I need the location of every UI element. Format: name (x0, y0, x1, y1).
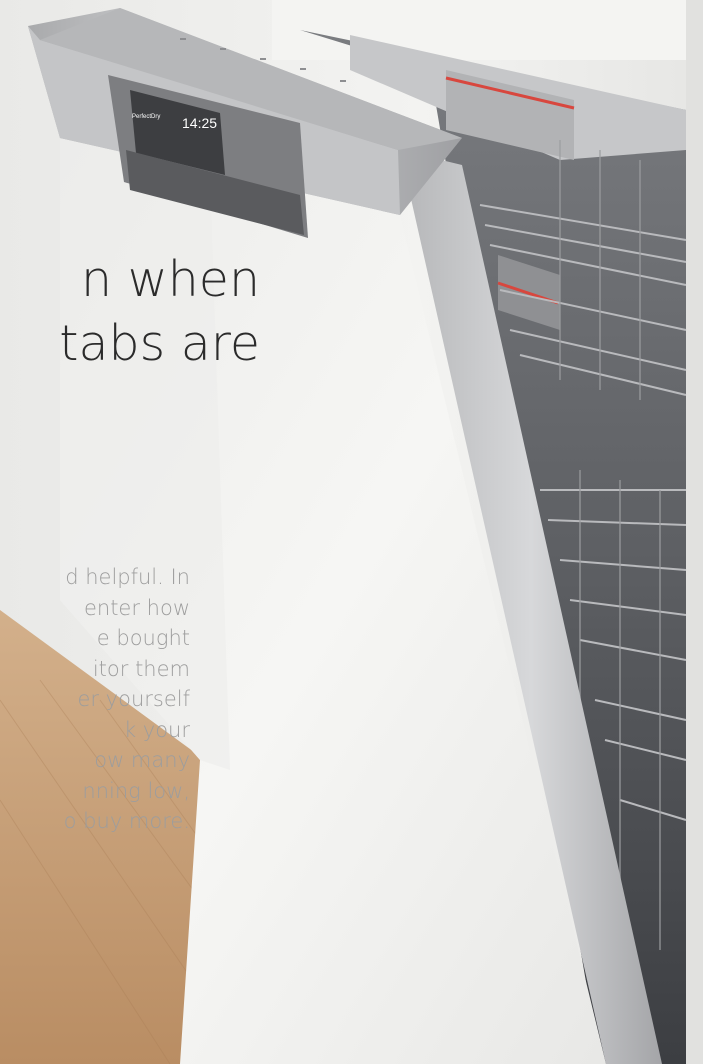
body-line-1: d helpful. In (65, 565, 190, 589)
body-line-6: k your (123, 717, 190, 742)
body-line-4: itor them (92, 656, 190, 681)
cabinet-frame (272, 0, 703, 60)
body-line-3: e bought (96, 626, 190, 650)
body-line-5: er yourself (77, 687, 190, 711)
headline: n when tabs are (0, 248, 260, 376)
dishwasher-photo: PerfectDry 14:25 (0, 0, 703, 1064)
panel-time-readout: 14:25 (182, 115, 217, 131)
body-line-7: ow many (94, 748, 190, 772)
headline-line-1: n when (81, 251, 260, 308)
headline-line-2: tabs are (59, 315, 260, 372)
body-line-9: o buy more. (63, 809, 190, 833)
panel-brand-label: PerfectDry (132, 114, 160, 120)
body-line-8: nning low, (82, 778, 190, 803)
body-line-2: enter how (83, 595, 190, 620)
body-paragraph: d helpful. In enter how e bought itor th… (0, 562, 190, 837)
